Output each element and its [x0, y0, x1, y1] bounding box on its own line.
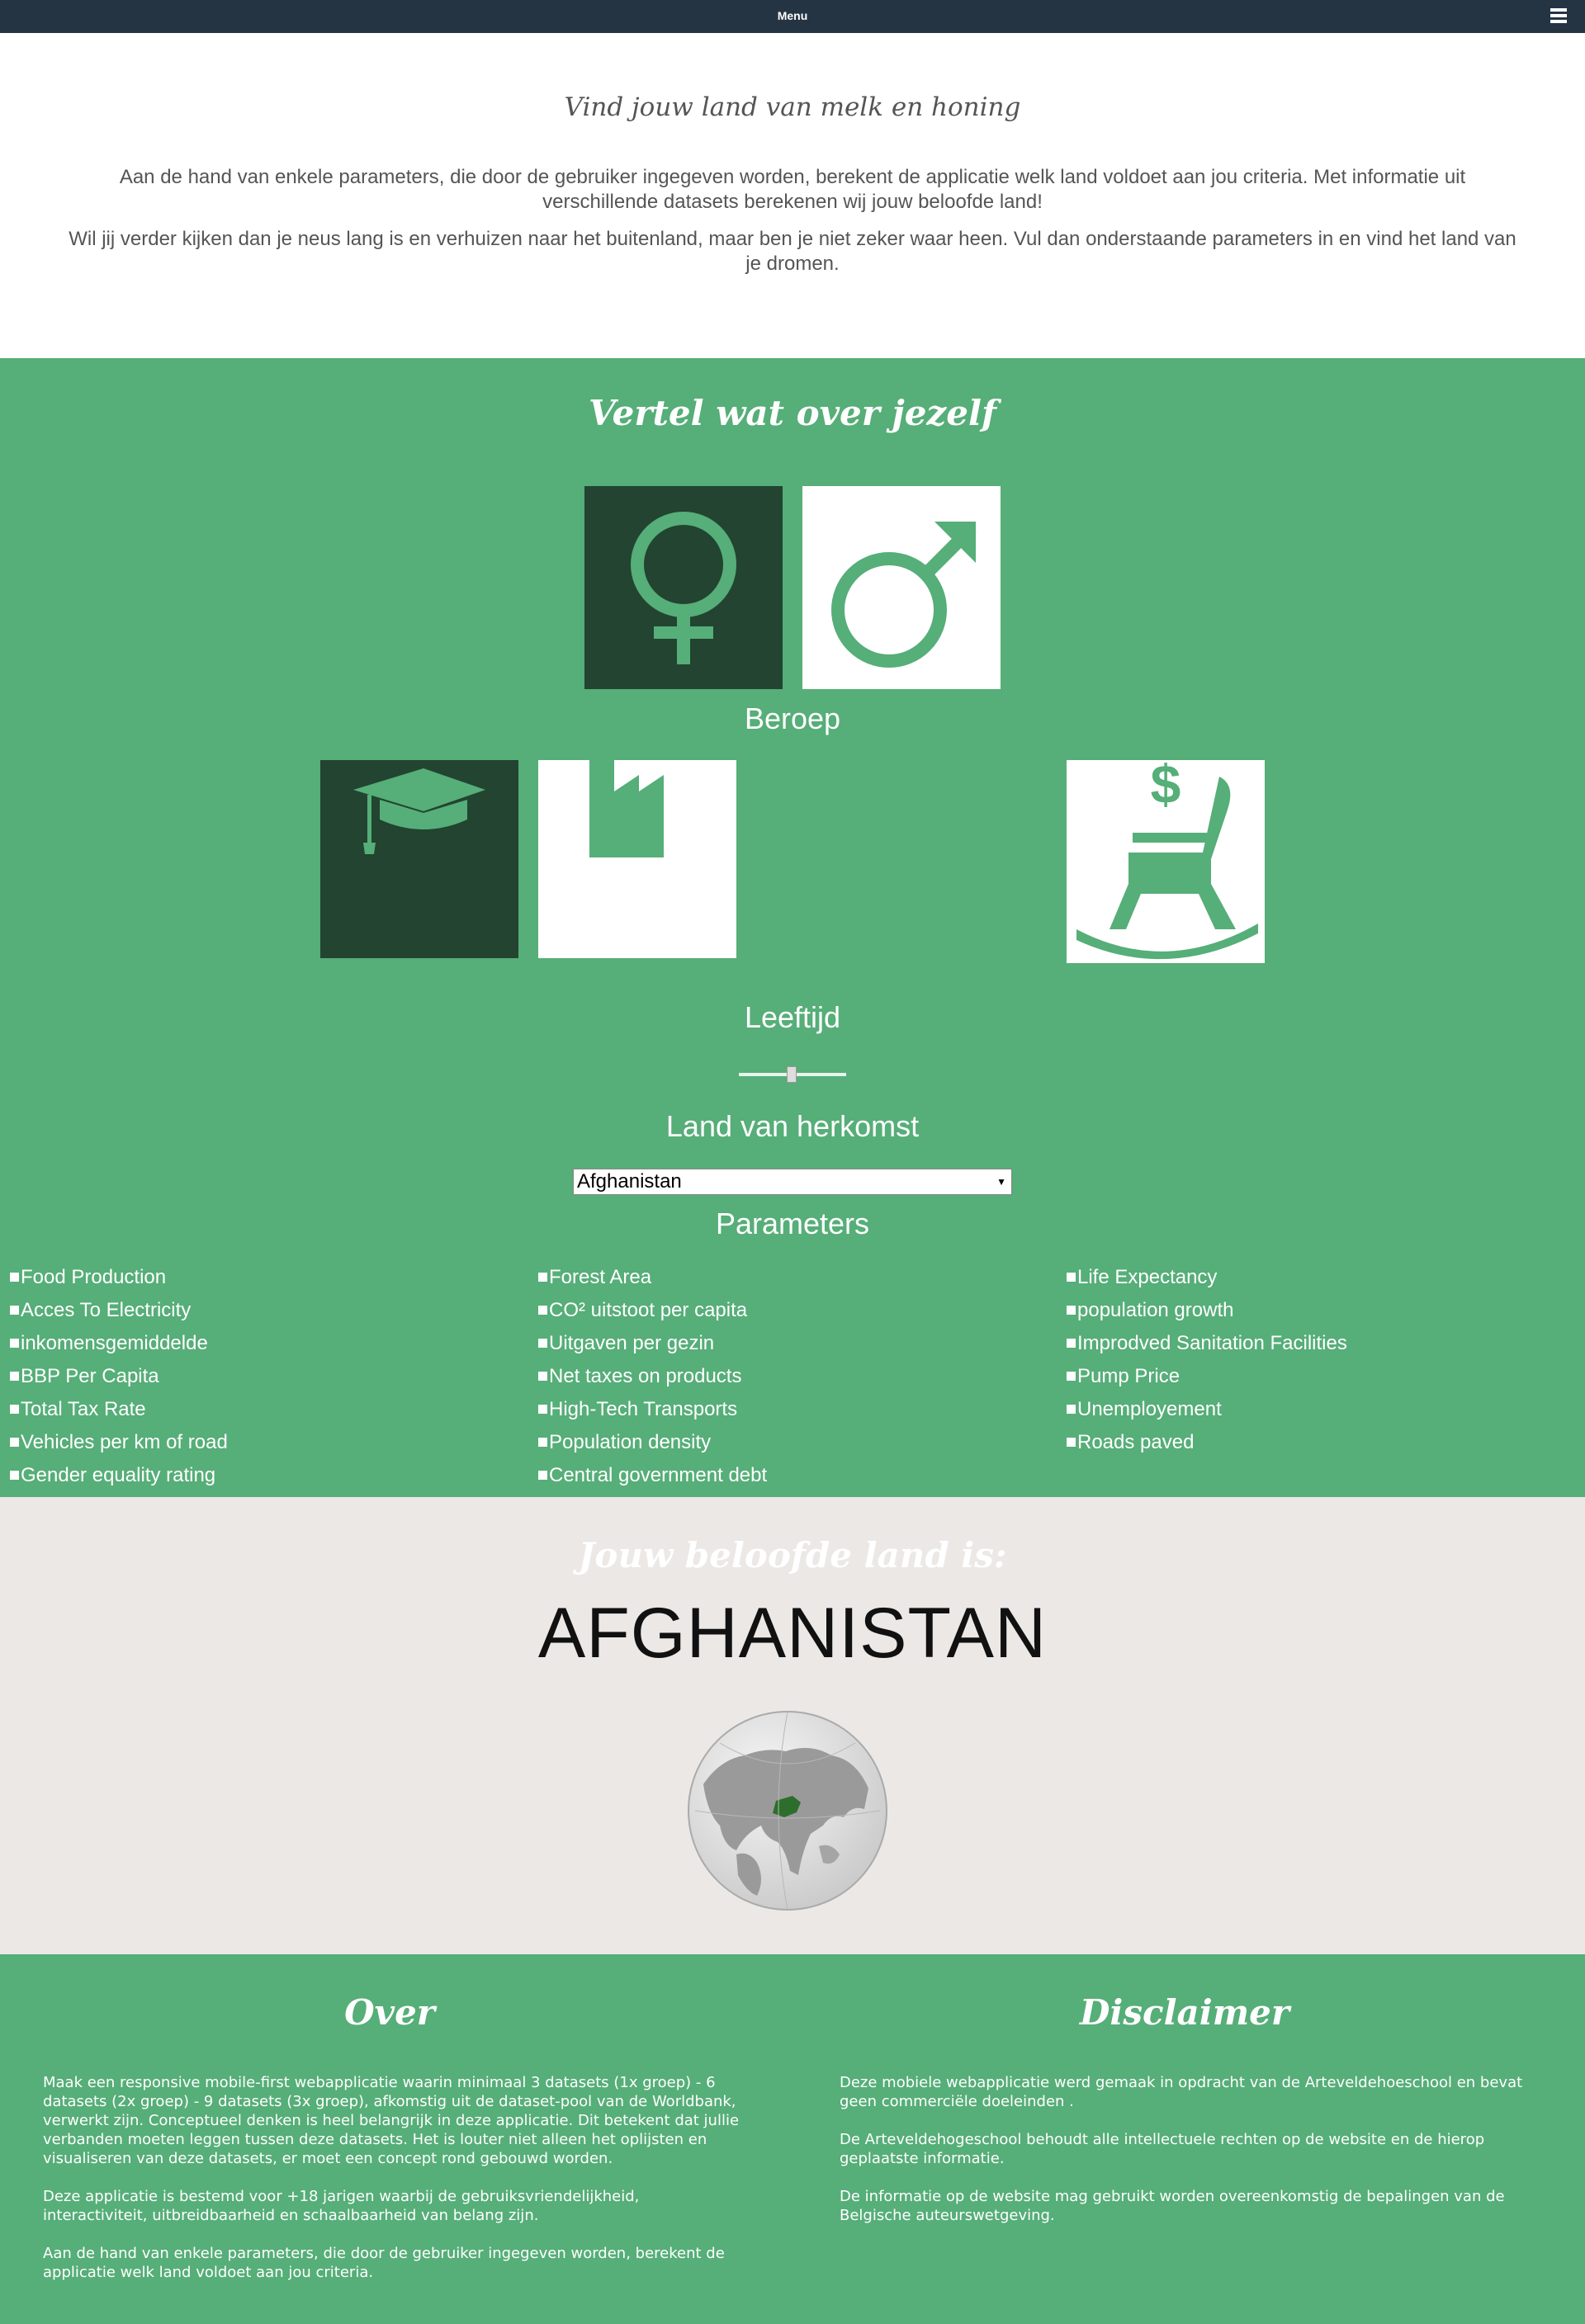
about-text: Maak een responsive mobile-first webappl…	[43, 2073, 740, 2301]
footer-section: Over Maak een responsive mobile-first we…	[0, 1954, 1585, 2324]
intro-title: Vind jouw land van melk en honing	[564, 92, 1021, 122]
parameter-item[interactable]: CO² uitstoot per capita	[538, 1294, 767, 1327]
parameters-column: Life Expectancy population growth Improd…	[1067, 1261, 1347, 1459]
chevron-down-icon: ▼	[996, 1176, 1006, 1188]
checkbox-icon[interactable]	[1067, 1306, 1076, 1315]
parameter-item[interactable]: Food Production	[10, 1261, 228, 1294]
checkbox-icon[interactable]	[538, 1438, 547, 1447]
checkbox-icon[interactable]	[1067, 1273, 1076, 1282]
disclaimer-title: Disclaimer	[1079, 1992, 1289, 2033]
parameter-item[interactable]: Unemployement	[1067, 1393, 1347, 1426]
parameter-item[interactable]: Life Expectancy	[1067, 1261, 1347, 1294]
profile-form-section: Vertel wat over jezelf Beroep $ Leeftijd…	[0, 358, 1585, 1497]
graduation-cap-icon	[353, 768, 485, 854]
male-symbol-icon	[831, 522, 977, 668]
globe-afghanistan-icon	[688, 1711, 887, 1911]
checkbox-icon[interactable]	[10, 1438, 19, 1447]
checkbox-icon[interactable]	[538, 1273, 547, 1282]
result-section: Jouw beloofde land is: AFGHANISTAN	[0, 1497, 1585, 1954]
checkbox-icon[interactable]	[10, 1306, 19, 1315]
checkbox-icon[interactable]	[538, 1339, 547, 1348]
checkbox-icon[interactable]	[1067, 1405, 1076, 1414]
retirement-rocking-chair-icon: $	[1076, 760, 1258, 960]
parameter-item[interactable]: Uitgaven per gezin	[538, 1327, 767, 1360]
disclaimer-text: Deze mobiele webapplicatie werd gemaak i…	[840, 2073, 1536, 2244]
parameter-item[interactable]: Roads paved	[1067, 1426, 1347, 1459]
parameter-item[interactable]: Population density	[538, 1426, 767, 1459]
parameter-item[interactable]: Total Tax Rate	[10, 1393, 228, 1426]
about-paragraph: Deze applicatie is bestemd voor +18 jari…	[43, 2188, 640, 2224]
intro-paragraph: Aan de hand van enkele parameters, die d…	[119, 166, 1466, 213]
checkbox-icon[interactable]	[10, 1471, 19, 1480]
gender-option-male[interactable]	[802, 486, 1001, 689]
profession-option-student[interactable]	[320, 760, 518, 958]
parameter-item[interactable]: Vehicles per km of road	[10, 1426, 228, 1459]
disclaimer-paragraph: De informatie op de website mag gebruikt…	[840, 2188, 1505, 2224]
checkbox-icon[interactable]	[10, 1372, 19, 1381]
checkbox-icon[interactable]	[538, 1405, 547, 1414]
checkbox-icon[interactable]	[10, 1339, 19, 1348]
origin-heading: Land van herkomst	[665, 1109, 920, 1143]
parameter-item[interactable]: Pump Price	[1067, 1360, 1347, 1393]
checkbox-icon[interactable]	[10, 1273, 19, 1282]
disclaimer-paragraph: De Arteveldehogeschool behoudt alle inte…	[840, 2131, 1485, 2167]
menu-label[interactable]: Menu	[0, 9, 1585, 22]
checkbox-icon[interactable]	[538, 1306, 547, 1315]
origin-country-select[interactable]: Afghanistan ▼	[573, 1169, 1012, 1195]
about-title: Over	[344, 1992, 435, 2033]
profession-option-retired[interactable]: $	[1067, 760, 1265, 963]
parameters-heading: Parameters	[715, 1207, 870, 1240]
parameters-column: Food Production Acces To Electricity ink…	[10, 1261, 228, 1492]
checkbox-icon[interactable]	[10, 1405, 19, 1414]
checkbox-icon[interactable]	[1067, 1339, 1076, 1348]
disclaimer-paragraph: Deze mobiele webapplicatie werd gemaak i…	[840, 2074, 1523, 2110]
parameter-item[interactable]: Acces To Electricity	[10, 1294, 228, 1327]
svg-text:$: $	[1151, 760, 1181, 815]
intro-section: Vind jouw land van melk en honing Aan de…	[0, 33, 1585, 358]
parameter-item[interactable]: population growth	[1067, 1294, 1347, 1327]
origin-country-value: Afghanistan	[577, 1170, 682, 1193]
female-symbol-icon	[631, 512, 736, 664]
age-heading: Leeftijd	[744, 1000, 841, 1034]
parameters-column: Forest Area CO² uitstoot per capita Uitg…	[538, 1261, 767, 1492]
parameter-item[interactable]: Improdved Sanitation Facilities	[1067, 1327, 1347, 1360]
form-title: Vertel wat over jezelf	[588, 393, 997, 433]
profession-heading: Beroep	[744, 701, 841, 735]
checkbox-icon[interactable]	[1067, 1438, 1076, 1447]
parameter-item[interactable]: Net taxes on products	[538, 1360, 767, 1393]
intro-paragraph: Wil jij verder kijken dan je neus lang i…	[69, 228, 1516, 275]
about-paragraph: Maak een responsive mobile-first webappl…	[43, 2074, 740, 2167]
result-country: AFGHANISTAN	[537, 1594, 1048, 1673]
factory-icon	[589, 760, 664, 857]
gender-option-female[interactable]	[584, 486, 783, 689]
parameter-item[interactable]: High-Tech Transports	[538, 1393, 767, 1426]
age-slider-thumb[interactable]	[787, 1066, 797, 1083]
about-paragraph: Aan de hand van enkele parameters, die d…	[43, 2245, 725, 2281]
parameter-item[interactable]: Central government debt	[538, 1459, 767, 1492]
profession-option-worker[interactable]	[538, 760, 736, 958]
parameter-item[interactable]: Forest Area	[538, 1261, 767, 1294]
checkbox-icon[interactable]	[538, 1471, 547, 1480]
age-slider[interactable]	[739, 1065, 846, 1084]
result-label: Jouw beloofde land is:	[578, 1535, 1007, 1575]
hamburger-icon[interactable]	[1550, 8, 1567, 23]
parameter-item[interactable]: BBP Per Capita	[10, 1360, 228, 1393]
checkbox-icon[interactable]	[538, 1372, 547, 1381]
parameter-item[interactable]: Gender equality rating	[10, 1459, 228, 1492]
checkbox-icon[interactable]	[1067, 1372, 1076, 1381]
parameter-item[interactable]: inkomensgemiddelde	[10, 1327, 228, 1360]
top-navigation-bar: Menu	[0, 0, 1585, 33]
